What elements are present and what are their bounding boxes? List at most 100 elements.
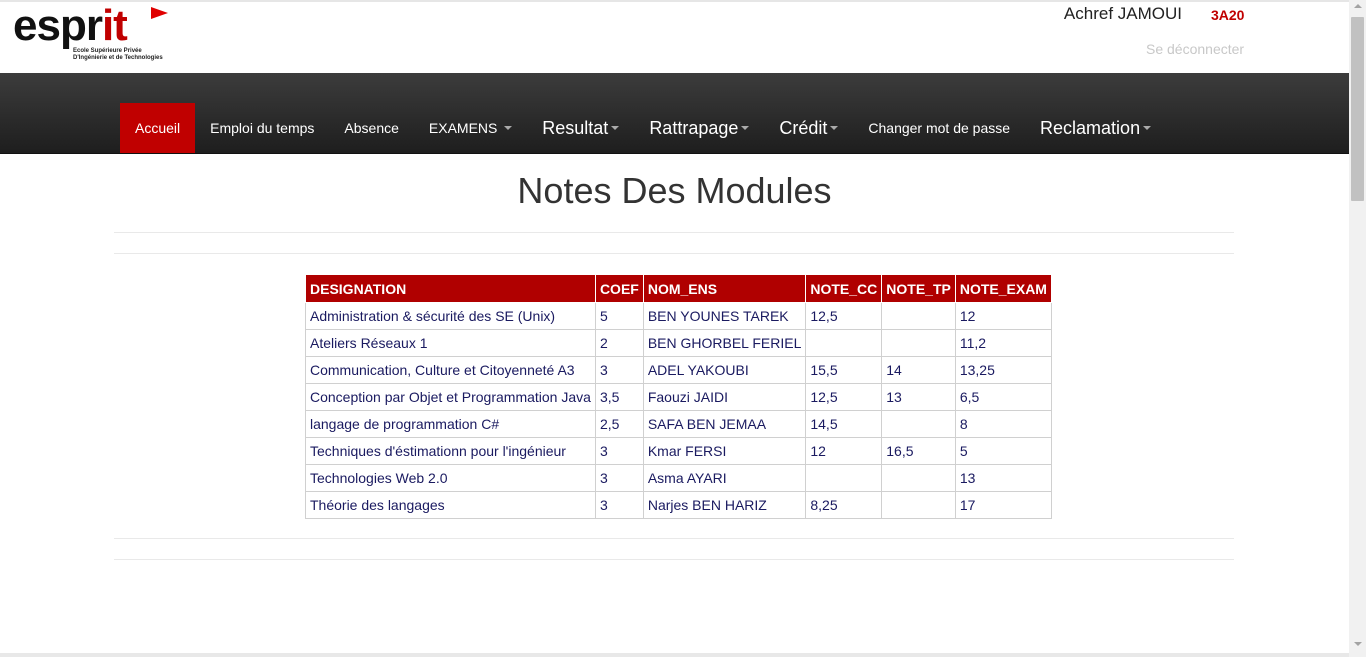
- cell-note-cc: 15,5: [805, 356, 883, 384]
- nav-item-accueil[interactable]: Accueil: [120, 103, 196, 153]
- divider: [114, 253, 1234, 254]
- nav-item-credit[interactable]: Crédit: [764, 103, 853, 153]
- cell-designation: Technologies Web 2.0: [305, 464, 596, 492]
- logo-subtitle: Ecole Supérieure Privée D'Ingénierie et …: [73, 48, 163, 62]
- cell-note-cc: 12,5: [805, 302, 883, 330]
- nav-item-label: Reclamation: [1040, 117, 1141, 138]
- cell-note-exam: 17: [954, 491, 1052, 519]
- horizontal-scrollbar[interactable]: [0, 653, 1349, 657]
- table-row: langage de programmation C# 2,5 SAFA BEN…: [305, 410, 1052, 438]
- nav-item-label: Resultat: [542, 117, 609, 138]
- chevron-down-icon: [611, 126, 620, 130]
- divider: [114, 232, 1234, 233]
- cell-designation: Théorie des langages: [305, 491, 596, 519]
- cell-designation: Techniques d'éstimationn pour l'ingénieu…: [305, 437, 596, 465]
- logo-wordmark: esprit: [13, 1, 128, 50]
- cell-note-tp: 16,5: [881, 437, 956, 465]
- main-navbar: Accueil Emploi du temps Absence EXAMENS …: [0, 73, 1349, 154]
- notes-table: DESIGNATION COEF NOM_ENS NOTE_CC NOTE_TP…: [305, 274, 1052, 519]
- nav-item-rattrapage[interactable]: Rattrapage: [634, 103, 764, 153]
- nav-item-label: Changer mot de passe: [868, 120, 1011, 136]
- column-header: DESIGNATION: [305, 274, 596, 303]
- cell-note-tp: [881, 410, 956, 438]
- user-name: Achref JAMOUI: [1063, 4, 1182, 23]
- table-row: Conception par Objet et Programmation Ja…: [305, 383, 1052, 411]
- table-row: Ateliers Réseaux 1 2 BEN GHORBEL FERIEL …: [305, 329, 1052, 357]
- nav-item-examens[interactable]: EXAMENS: [414, 103, 527, 153]
- cell-nom-ens: ADEL YAKOUBI: [642, 356, 807, 384]
- column-header: COEF: [594, 274, 644, 303]
- chevron-down-icon: [741, 126, 750, 130]
- cell-note-exam: 13: [954, 464, 1052, 492]
- cell-note-tp: 13: [881, 383, 956, 411]
- cell-coef: 2: [594, 329, 644, 357]
- cell-note-cc: 12,5: [805, 383, 883, 411]
- cell-note-cc: 14,5: [805, 410, 883, 438]
- cell-coef: 3: [594, 356, 644, 384]
- cell-coef: 2,5: [594, 410, 644, 438]
- cell-designation: Communication, Culture et Citoyenneté A3: [305, 356, 596, 384]
- divider: [114, 559, 1234, 560]
- cell-note-exam: 11,2: [954, 329, 1052, 357]
- scroll-down-arrow-icon[interactable]: [1354, 642, 1362, 646]
- logo-subtitle-line-2: D'Ingénierie et de Technologies: [73, 55, 163, 61]
- nav-item-absence[interactable]: Absence: [329, 103, 413, 153]
- divider: [114, 538, 1234, 539]
- site-header: esprit Ecole Supérieure Privée D'Ingénie…: [0, 2, 1349, 73]
- logout-link[interactable]: Se déconnecter: [1146, 41, 1244, 57]
- scrollbar-thumb[interactable]: [1351, 17, 1364, 201]
- cell-note-exam: 5: [954, 437, 1052, 465]
- esprit-logo[interactable]: esprit Ecole Supérieure Privée D'Ingénie…: [13, 4, 173, 68]
- table-header-row: DESIGNATION COEF NOM_ENS NOTE_CC NOTE_TP…: [305, 274, 1052, 303]
- cell-nom-ens: Asma AYARI: [642, 464, 807, 492]
- cell-note-tp: [881, 464, 956, 492]
- chevron-down-icon: [1143, 126, 1152, 130]
- logo-subtitle-line-1: Ecole Supérieure Privée: [73, 48, 142, 54]
- nav-item-label: EXAMENS: [428, 120, 498, 136]
- cell-nom-ens: SAFA BEN JEMAA: [642, 410, 807, 438]
- cell-note-tp: 14: [881, 356, 956, 384]
- cell-note-cc: [805, 464, 883, 492]
- cell-nom-ens: Narjes BEN HARIZ: [642, 491, 807, 519]
- cell-coef: 3: [594, 491, 644, 519]
- cell-designation: Ateliers Réseaux 1: [305, 329, 596, 357]
- cell-nom-ens: Kmar FERSI: [642, 437, 807, 465]
- cell-note-exam: 13,25: [954, 356, 1052, 384]
- nav-item-resultat[interactable]: Resultat: [527, 103, 634, 153]
- cell-coef: 5: [594, 302, 644, 330]
- nav-item-emploi-du-temps[interactable]: Emploi du temps: [195, 103, 329, 153]
- nav-item-changer-mot-de-passe[interactable]: Changer mot de passe: [853, 103, 1025, 153]
- cell-designation: Conception par Objet et Programmation Ja…: [305, 383, 596, 411]
- table-row: Administration & sécurité des SE (Unix) …: [305, 302, 1052, 330]
- cell-nom-ens: BEN YOUNES TAREK: [642, 302, 807, 330]
- cell-note-tp: [881, 302, 956, 330]
- cell-note-cc: 12: [805, 437, 883, 465]
- table-row: Technologies Web 2.0 3 Asma AYARI 13: [305, 464, 1052, 492]
- cell-note-cc: [805, 329, 883, 357]
- table-row: Techniques d'éstimationn pour l'ingénieu…: [305, 437, 1052, 465]
- nav-item-label: Crédit: [779, 117, 828, 138]
- vertical-scrollbar[interactable]: [1349, 0, 1366, 657]
- logo-flag-icon: [151, 7, 168, 19]
- column-header: NOTE_EXAM: [954, 274, 1052, 303]
- chevron-down-icon: [504, 126, 513, 130]
- column-header: NOTE_TP: [881, 274, 956, 303]
- column-header: NOM_ENS: [642, 274, 807, 303]
- nav-item-reclamation[interactable]: Reclamation: [1025, 103, 1166, 153]
- cell-coef: 3: [594, 464, 644, 492]
- cell-note-exam: 12: [954, 302, 1052, 330]
- cell-coef: 3,5: [594, 383, 644, 411]
- cell-designation: Administration & sécurité des SE (Unix): [305, 302, 596, 330]
- scroll-up-arrow-icon[interactable]: [1354, 4, 1362, 8]
- nav-item-label: Rattrapage: [649, 117, 739, 138]
- table-row: Théorie des langages 3 Narjes BEN HARIZ …: [305, 491, 1052, 519]
- cell-coef: 3: [594, 437, 644, 465]
- user-class-badge: 3A20: [1211, 7, 1245, 23]
- cell-note-exam: 8: [954, 410, 1052, 438]
- cell-nom-ens: BEN GHORBEL FERIEL: [642, 329, 807, 357]
- cell-note-tp: [881, 329, 956, 357]
- cell-designation: langage de programmation C#: [305, 410, 596, 438]
- cell-nom-ens: Faouzi JAIDI: [642, 383, 807, 411]
- nav-item-label: Accueil: [135, 120, 181, 136]
- cell-note-cc: 8,25: [805, 491, 883, 519]
